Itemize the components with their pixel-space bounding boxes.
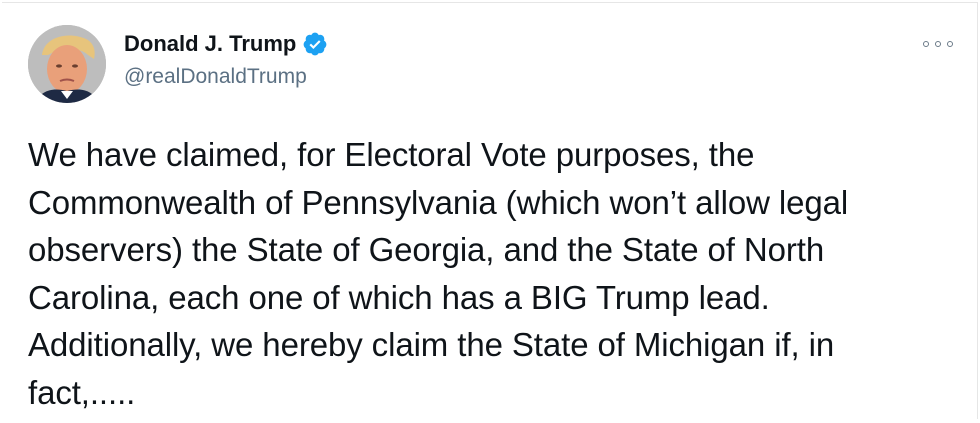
avatar[interactable] bbox=[28, 25, 106, 103]
avatar-image bbox=[28, 25, 106, 103]
tweet-text-line: Additionally, we hereby claim the State … bbox=[28, 326, 835, 363]
tweet-text-line: fact,..... bbox=[28, 373, 136, 411]
more-dot-icon bbox=[947, 41, 953, 47]
author-display-name[interactable]: Donald J. Trump bbox=[124, 31, 296, 57]
author-handle[interactable]: @realDonaldTrump bbox=[124, 65, 328, 89]
verified-badge-icon bbox=[302, 31, 328, 57]
tweet-text-line: observers) the State of Georgia, and the… bbox=[28, 231, 825, 268]
more-dot-icon bbox=[923, 41, 929, 47]
more-options-icon[interactable] bbox=[923, 37, 953, 51]
name-row: Donald J. Trump bbox=[124, 31, 328, 57]
more-dot-icon bbox=[935, 41, 941, 47]
tweet-card: Donald J. Trump @realDonaldTrump We have… bbox=[2, 2, 978, 419]
tweet-text-line: Commonwealth of Pennsylvania (which won’… bbox=[28, 183, 849, 221]
tweet-text: We have claimed, for Electoral Vote purp… bbox=[28, 131, 948, 416]
tweet-text-line: Carolina, each one of which has a BIG Tr… bbox=[28, 278, 770, 316]
tweet-text-line: We have claimed, for Electoral Vote purp… bbox=[28, 136, 755, 173]
author-block: Donald J. Trump @realDonaldTrump bbox=[124, 31, 328, 89]
